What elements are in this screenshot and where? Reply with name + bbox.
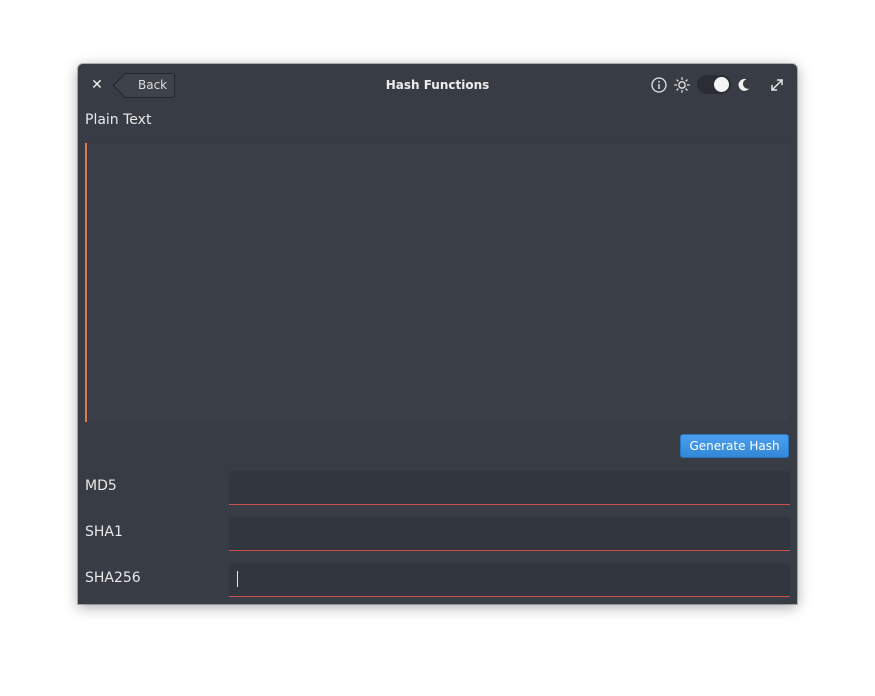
close-icon[interactable]: ✕ xyxy=(88,76,106,94)
sha256-label: SHA256 xyxy=(85,570,141,586)
md5-field[interactable] xyxy=(229,471,790,505)
plain-text-label: Plain Text xyxy=(85,112,152,128)
headerbar: ✕ Back Hash Functions xyxy=(78,64,797,106)
sha1-label: SHA1 xyxy=(85,524,123,540)
toggle-knob xyxy=(714,77,729,92)
generate-hash-button[interactable]: Generate Hash xyxy=(680,434,789,458)
moon-icon xyxy=(738,78,750,91)
md5-label: MD5 xyxy=(85,478,117,494)
back-button[interactable]: Back xyxy=(124,73,176,98)
dark-mode-toggle[interactable] xyxy=(697,75,731,94)
maximize-icon[interactable] xyxy=(769,77,785,93)
sun-icon xyxy=(674,77,690,93)
info-icon[interactable] xyxy=(651,77,667,93)
text-caret xyxy=(237,571,238,587)
back-button-label: Back xyxy=(138,78,168,92)
sha256-field[interactable] xyxy=(229,563,790,597)
app-window: ✕ Back Hash Functions Plain Text Generat… xyxy=(78,64,797,604)
plain-text-input[interactable] xyxy=(85,143,790,422)
sha1-field[interactable] xyxy=(229,517,790,551)
